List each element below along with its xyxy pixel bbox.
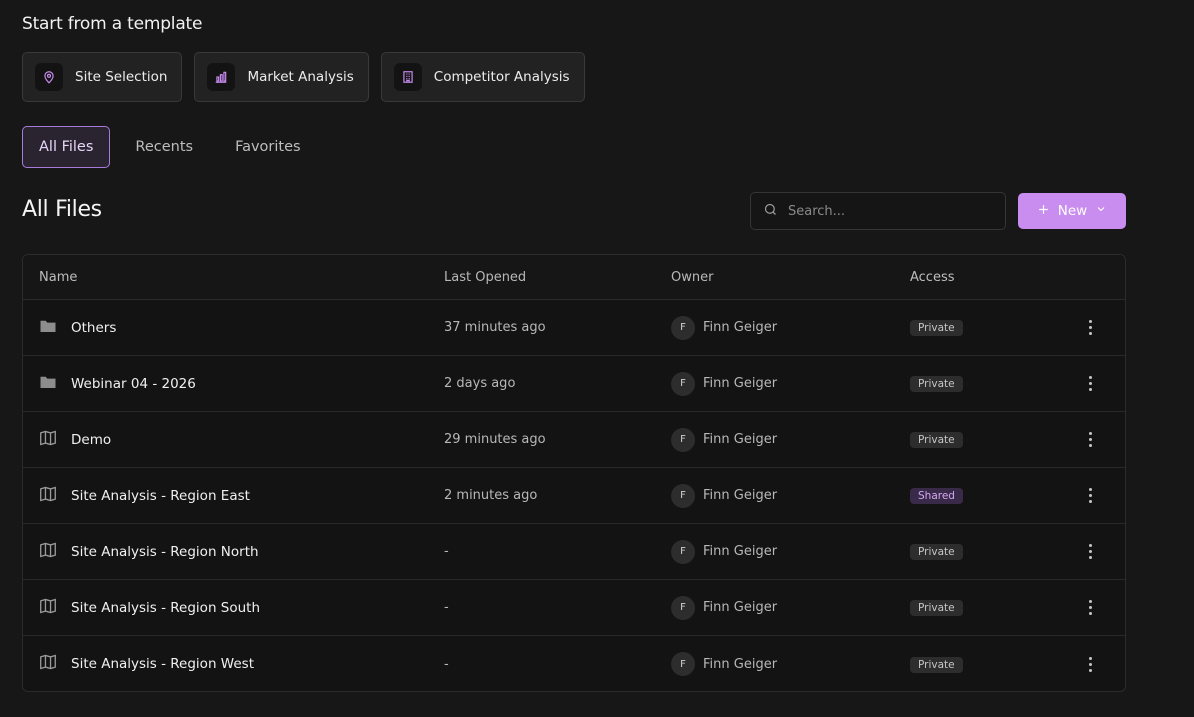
avatar: F xyxy=(671,652,695,676)
access-badge: Private xyxy=(910,376,963,392)
avatar: F xyxy=(671,595,695,620)
last-opened: 37 minutes ago xyxy=(444,320,546,335)
access-badge: Private xyxy=(910,432,963,448)
column-header-last-opened[interactable]: Last Opened xyxy=(444,270,671,285)
tab-all-files[interactable]: All Files xyxy=(22,126,111,168)
map-icon xyxy=(39,542,57,562)
owner-name: Finn Geiger xyxy=(703,656,778,672)
file-name: Site Analysis - Region West xyxy=(71,656,254,672)
table-row[interactable]: Webinar 04 - 2026 2 days ago F Finn Geige… xyxy=(23,356,1125,412)
owner-name: Finn Geiger xyxy=(703,544,778,559)
avatar: F xyxy=(671,315,695,340)
table-row[interactable]: Site Analysis - Region North - F Finn Gei… xyxy=(23,524,1125,580)
access-badge: Shared xyxy=(910,488,963,504)
last-opened: - xyxy=(444,600,449,615)
search-input[interactable] xyxy=(788,203,988,219)
template-card-label: Market Analysis xyxy=(247,69,354,85)
last-opened: 2 days ago xyxy=(444,376,516,391)
templates-title: Start from a template xyxy=(22,14,203,34)
more-options-icon[interactable] xyxy=(1083,372,1098,395)
search-icon xyxy=(763,202,778,221)
building-icon xyxy=(393,63,422,91)
avatar: F xyxy=(671,483,695,508)
column-header-owner[interactable]: Owner xyxy=(671,270,910,285)
file-name: Site Analysis - Region North xyxy=(71,543,259,560)
column-header-name[interactable]: Name xyxy=(23,270,444,285)
file-name: Webinar 04 - 2026 xyxy=(71,375,196,392)
last-opened: - xyxy=(444,544,449,559)
files-table: Name Last Opened Owner Access Others 37 … xyxy=(22,254,1126,692)
file-name: Site Analysis - Region South xyxy=(71,599,261,616)
owner-name: Finn Geiger xyxy=(703,488,778,503)
template-card-label: Competitor Analysis xyxy=(433,69,570,85)
new-button-label: New xyxy=(1057,203,1088,219)
more-options-icon[interactable] xyxy=(1083,596,1098,619)
location-pin-icon xyxy=(35,63,63,91)
table-row[interactable]: Demo 29 minutes ago F Finn Geiger Private xyxy=(23,412,1125,468)
more-options-icon[interactable] xyxy=(1083,540,1098,563)
last-opened: - xyxy=(444,656,449,672)
last-opened: 2 minutes ago xyxy=(444,488,538,503)
column-header-access[interactable]: Access xyxy=(910,270,1070,285)
map-icon xyxy=(39,486,57,506)
file-name: Demo xyxy=(71,431,112,448)
map-icon xyxy=(39,598,57,618)
folder-icon xyxy=(39,374,57,394)
avatar: F xyxy=(671,371,695,396)
tab-favorites[interactable]: Favorites xyxy=(218,126,318,168)
plus-icon xyxy=(1037,203,1050,220)
template-card-competitor-analysis[interactable]: Competitor Analysis xyxy=(380,52,585,102)
template-card-site-selection[interactable]: Site Selection xyxy=(22,52,183,102)
file-name: Others xyxy=(71,319,117,336)
access-badge: Private xyxy=(910,600,963,616)
file-tabs: All Files Recents Favorites xyxy=(22,126,318,168)
more-options-icon[interactable] xyxy=(1083,428,1098,451)
more-options-icon[interactable] xyxy=(1083,653,1098,676)
table-header: Name Last Opened Owner Access xyxy=(23,255,1125,300)
search-box xyxy=(750,192,1006,230)
access-badge: Private xyxy=(910,544,963,560)
owner-name: Finn Geiger xyxy=(703,600,778,615)
chevron-down-icon xyxy=(1095,203,1107,219)
access-badge: Private xyxy=(910,320,963,336)
last-opened: 29 minutes ago xyxy=(444,432,546,447)
owner-name: Finn Geiger xyxy=(703,432,778,447)
map-icon xyxy=(39,654,57,674)
more-options-icon[interactable] xyxy=(1083,484,1098,507)
table-row[interactable]: Site Analysis - Region West - F Finn Geig… xyxy=(23,636,1125,691)
file-browser-page: Start from a template Site Selection Mar… xyxy=(0,0,1194,717)
template-card-label: Site Selection xyxy=(75,69,168,85)
owner-name: Finn Geiger xyxy=(703,376,778,391)
template-cards: Site Selection Market Analysis Competito… xyxy=(22,52,585,102)
template-card-market-analysis[interactable]: Market Analysis xyxy=(194,52,369,102)
avatar: F xyxy=(671,427,695,452)
avatar: F xyxy=(671,539,695,564)
new-button[interactable]: New xyxy=(1018,193,1126,229)
owner-name: Finn Geiger xyxy=(703,320,778,335)
folder-icon xyxy=(39,318,57,338)
page-title: All Files xyxy=(22,197,102,222)
table-row[interactable]: Others 37 minutes ago F Finn Geiger Priva… xyxy=(23,300,1125,356)
bar-chart-icon xyxy=(207,63,236,91)
more-options-icon[interactable] xyxy=(1083,316,1098,339)
table-row[interactable]: Site Analysis - Region East 2 minutes ag… xyxy=(23,468,1125,524)
map-icon xyxy=(39,430,57,450)
access-badge: Private xyxy=(910,656,963,673)
tab-recents[interactable]: Recents xyxy=(118,126,210,168)
table-row[interactable]: Site Analysis - Region South - F Finn Gei… xyxy=(23,580,1125,636)
file-name: Site Analysis - Region East xyxy=(71,487,250,504)
